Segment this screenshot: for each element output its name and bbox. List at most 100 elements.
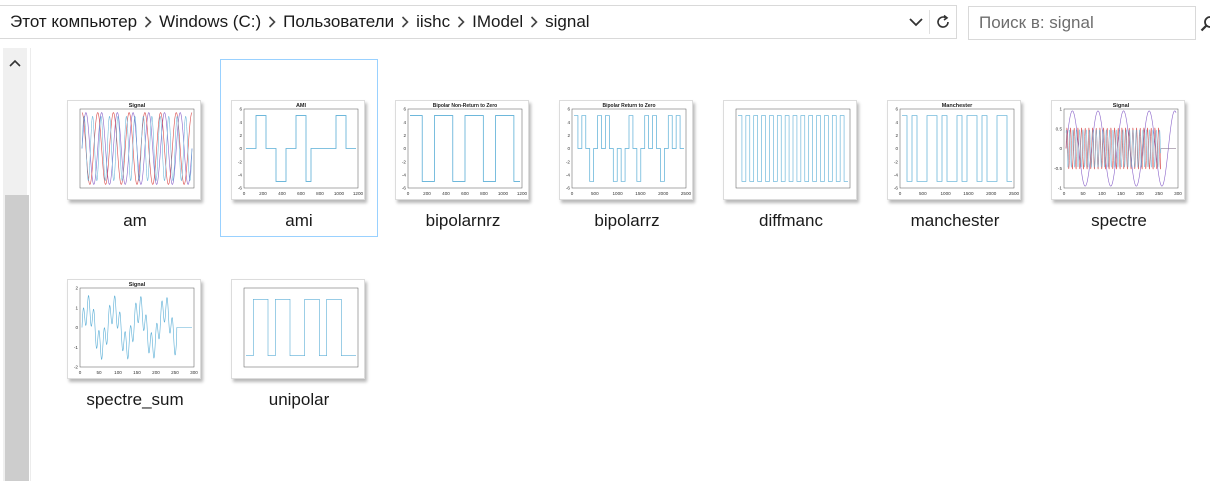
file-item-am[interactable]: Signal am: [56, 59, 214, 237]
x-tick-label: 0: [79, 370, 82, 375]
plot-frame: [243, 108, 359, 189]
file-item-manchester[interactable]: Manchester 0 500 1000 1500 2000 2500 6 4 2 0 -2 -4 -6…: [876, 59, 1034, 237]
file-item-diffmanc[interactable]: diffmanc: [712, 59, 870, 237]
file-item-bipolarnrz[interactable]: Bipolar Non-Return to Zero 0 200 400 600 800 1…: [384, 59, 542, 237]
x-tick-label: 1000: [940, 191, 951, 196]
plot-thumbnail: [243, 287, 359, 368]
file-name-label: spectre: [1091, 211, 1147, 230]
thumbnail-title: Bipolar Non-Return to Zero: [433, 103, 497, 109]
file-thumbnail[interactable]: AMI 0 200 400 600 800 1000 1200 6 4 2 0 -2 -4 -6: [231, 100, 365, 200]
search-box[interactable]: [968, 6, 1210, 40]
breadcrumb-this-pc[interactable]: Этот компьютер: [10, 12, 137, 32]
file-thumbnail[interactable]: Bipolar Return to Zero 0 500 1000 1500 2000 25…: [559, 100, 693, 200]
y-tick-label: 6: [239, 107, 242, 112]
file-thumbnail[interactable]: Signal 0 50 100 150 200 250 300 2 1 0 -1 -2: [67, 279, 201, 379]
x-tick-label: 800: [316, 191, 324, 196]
navigation-scrollbar[interactable]: [3, 48, 29, 481]
chevron-right-icon[interactable]: [137, 16, 159, 28]
x-tick-label: 1000: [498, 191, 509, 196]
image-thumbnail: Signal: [67, 100, 201, 200]
y-tick-label: 2: [75, 286, 78, 291]
file-thumbnail[interactable]: Bipolar Non-Return to Zero 0 200 400 600 800 1…: [395, 100, 529, 200]
y-tick-label: -2: [566, 159, 571, 164]
y-tick-label: -1: [1058, 186, 1063, 191]
y-tick-label: 2: [403, 133, 406, 138]
file-thumbnail[interactable]: [723, 100, 857, 200]
file-thumbnail[interactable]: Signal 0 50 100 150 200 250 300 1 0.5 0 -0.5 -1: [1051, 100, 1185, 200]
x-tick-label: 500: [591, 191, 599, 196]
breadcrumb-drive-c[interactable]: Windows (C:): [159, 12, 261, 32]
y-tick-label: 2: [567, 133, 570, 138]
chevron-up-icon: [9, 59, 21, 67]
y-tick-label: -6: [402, 186, 407, 191]
y-tick-label: 1: [75, 305, 78, 310]
chevron-down-icon: [909, 18, 923, 27]
file-item-spectre[interactable]: Signal 0 50 100 150 200 250 300 1 0.5 0 -0.5 -1 spect…: [1040, 59, 1198, 237]
x-tick-label: 0: [1063, 191, 1066, 196]
search-input[interactable]: [969, 9, 1200, 37]
x-tick-label: 0: [243, 191, 246, 196]
thumbnail-title: Signal: [129, 103, 146, 109]
x-tick-label: 2000: [658, 191, 669, 196]
breadcrumb-users[interactable]: Пользователи: [283, 12, 394, 32]
x-tick-label: 250: [171, 370, 179, 375]
plot-thumbnail: Signal: [79, 103, 195, 189]
y-tick-label: -4: [894, 172, 899, 177]
x-tick-label: 1200: [353, 191, 364, 196]
file-item-spectre-sum[interactable]: Signal 0 50 100 150 200 250 300 2 1 0 -1 -2 spectre_s…: [56, 238, 214, 416]
x-tick-label: 400: [442, 191, 450, 196]
y-tick-label: -2: [238, 159, 243, 164]
x-tick-label: 2000: [986, 191, 997, 196]
file-item-unipolar[interactable]: unipolar: [220, 238, 378, 416]
file-item-bipolarrz[interactable]: Bipolar Return to Zero 0 500 1000 1500 2000 25…: [548, 59, 706, 237]
refresh-icon: [937, 14, 949, 28]
breadcrumb-user-folder[interactable]: iishc: [416, 12, 450, 32]
plot-thumbnail: Signal 0 50 100 150 200 250 300 1 0.5 0 -0.5 -1: [1054, 103, 1182, 196]
breadcrumb: Этот компьютер Windows (C:) Пользователи…: [0, 12, 903, 32]
breadcrumb-signal[interactable]: signal: [545, 12, 589, 32]
x-tick-label: 500: [919, 191, 927, 196]
refresh-button[interactable]: [930, 6, 956, 38]
x-tick-label: 0: [407, 191, 410, 196]
plot-frame: [243, 287, 359, 368]
x-tick-label: 200: [423, 191, 431, 196]
x-tick-label: 50: [96, 370, 102, 375]
x-tick-label: 400: [278, 191, 286, 196]
chevron-right-icon[interactable]: [261, 16, 283, 28]
y-tick-label: -0.5: [1054, 166, 1062, 171]
chevron-right-icon[interactable]: [394, 16, 416, 28]
chevron-right-icon[interactable]: [523, 16, 545, 28]
y-tick-label: -6: [238, 186, 243, 191]
file-item-ami[interactable]: AMI 0 200 400 600 800 1000 1200 6 4 2 0 -2 -4 -6 ami: [220, 59, 378, 237]
file-name-label: manchester: [910, 211, 1000, 230]
y-tick-label: 4: [895, 120, 898, 125]
file-thumbnail[interactable]: [231, 279, 365, 379]
x-tick-label: 250: [1155, 191, 1163, 196]
x-tick-label: 1500: [963, 191, 974, 196]
thumbnail-title: Signal: [1113, 103, 1130, 109]
scroll-up-button[interactable]: [3, 48, 27, 78]
history-dropdown-button[interactable]: [903, 6, 929, 38]
search-icon[interactable]: [1200, 15, 1210, 32]
y-tick-label: 0: [895, 146, 898, 151]
address-bar[interactable]: Этот компьютер Windows (C:) Пользователи…: [0, 5, 957, 39]
x-tick-label: 100: [1098, 191, 1106, 196]
image-thumbnail: [231, 279, 365, 379]
plot-thumbnail: [735, 108, 851, 189]
y-tick-label: 1: [1059, 107, 1062, 112]
breadcrumb-imodel[interactable]: IModel: [472, 12, 523, 32]
chevron-right-icon[interactable]: [450, 16, 472, 28]
x-tick-label: 600: [461, 191, 469, 196]
x-tick-label: 50: [1080, 191, 1086, 196]
file-thumbnail[interactable]: Signal: [67, 100, 201, 200]
x-tick-label: 800: [480, 191, 488, 196]
file-thumbnail[interactable]: Manchester 0 500 1000 1500 2000 2500 6 4 2 0 -2 -4 -6: [887, 100, 1021, 200]
x-tick-label: 100: [114, 370, 122, 375]
file-name-label: diffmanc: [759, 211, 823, 230]
x-tick-label: 2500: [1009, 191, 1020, 196]
x-tick-label: 0: [571, 191, 574, 196]
file-name-label: bipolarnrz: [425, 211, 501, 230]
y-tick-label: 4: [239, 120, 242, 125]
scroll-thumb[interactable]: [5, 195, 29, 481]
x-tick-label: 200: [259, 191, 267, 196]
